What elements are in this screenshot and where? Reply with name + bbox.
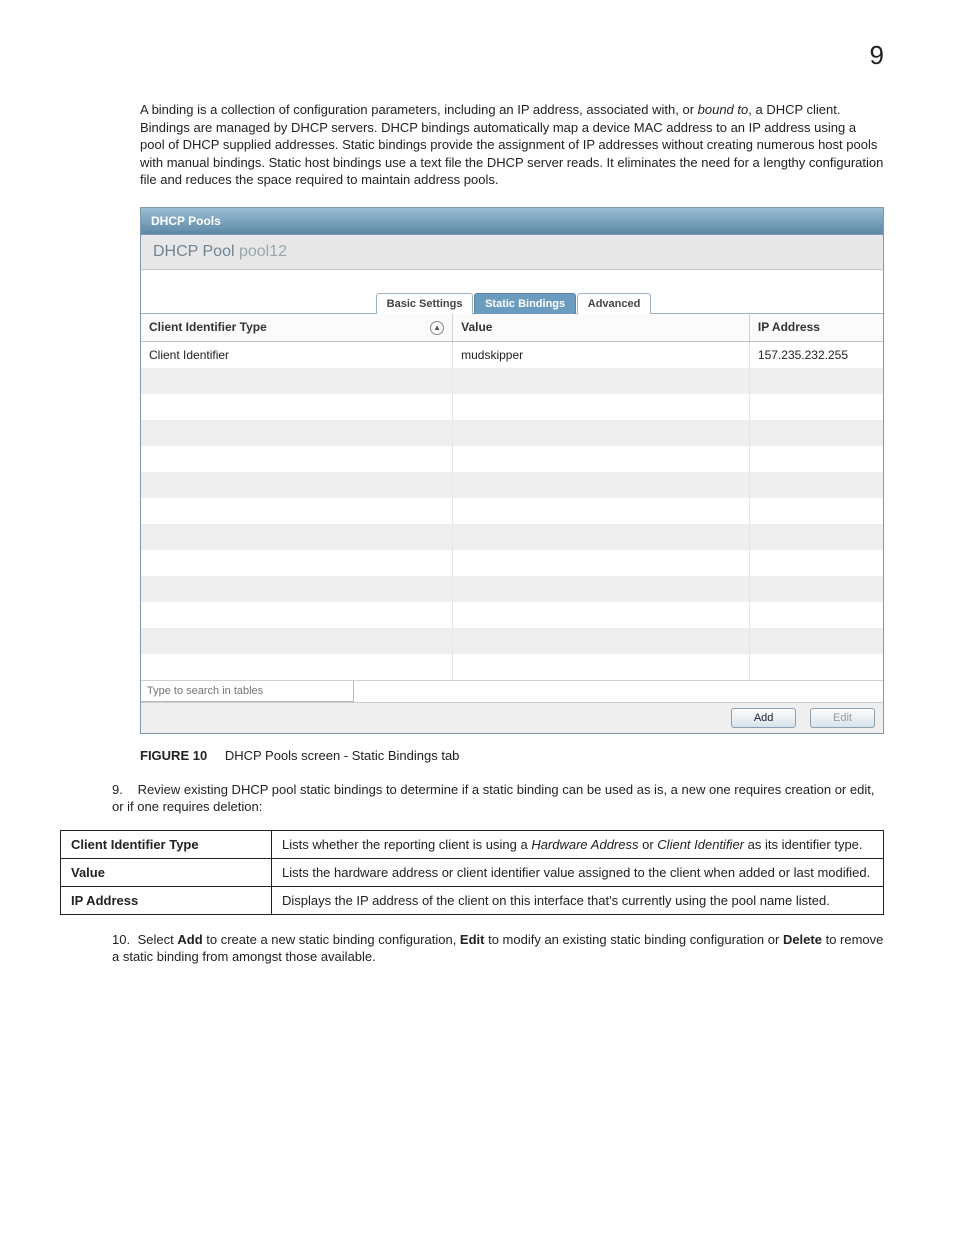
search-input[interactable] xyxy=(141,681,354,702)
desc-row-ip-address: IP Address Displays the IP address of th… xyxy=(61,886,884,914)
table-row xyxy=(141,628,883,654)
desc-term: IP Address xyxy=(61,886,272,914)
col-value[interactable]: Value xyxy=(453,313,750,341)
field-description-table: Client Identifier Type Lists whether the… xyxy=(60,830,884,915)
panel-header: DHCP Pools xyxy=(141,208,883,235)
step-10: 10. Select Add to create a new static bi… xyxy=(112,931,884,966)
tab-static-bindings[interactable]: Static Bindings xyxy=(474,293,576,314)
cell-ip-address: 157.235.232.255 xyxy=(749,341,883,368)
edit-button[interactable]: Edit xyxy=(810,708,875,728)
col-client-id-type-label: Client Identifier Type xyxy=(149,320,267,334)
col-client-id-type[interactable]: Client Identifier Type ▲ xyxy=(141,313,453,341)
table-row xyxy=(141,602,883,628)
pool-name: pool12 xyxy=(239,243,287,260)
step-10-num: 10. xyxy=(112,931,134,949)
table-row xyxy=(141,576,883,602)
table-row[interactable]: Client Identifiermudskipper157.235.232.2… xyxy=(141,341,883,368)
figure-text: DHCP Pools screen - Static Bindings tab xyxy=(225,748,460,763)
bindings-table: Client Identifier Type ▲ Value IP Addres… xyxy=(141,313,883,680)
cell-value: mudskipper xyxy=(453,341,750,368)
intro-paragraph: A binding is a collection of configurati… xyxy=(140,101,884,189)
desc-text: Displays the IP address of the client on… xyxy=(272,886,884,914)
sort-asc-icon[interactable]: ▲ xyxy=(430,321,444,335)
tab-strip: Basic Settings Static Bindings Advanced xyxy=(141,270,883,313)
pool-label: DHCP Pool xyxy=(153,243,235,260)
step-9-text: Review existing DHCP pool static binding… xyxy=(112,782,874,815)
desc-term: Value xyxy=(61,858,272,886)
desc-text: Lists the hardware address or client ide… xyxy=(272,858,884,886)
cell-client-id-type: Client Identifier xyxy=(141,341,453,368)
col-ip-address[interactable]: IP Address xyxy=(749,313,883,341)
table-row xyxy=(141,472,883,498)
desc-row-value: Value Lists the hardware address or clie… xyxy=(61,858,884,886)
step-9-num: 9. xyxy=(112,781,134,799)
desc-row-client-id-type: Client Identifier Type Lists whether the… xyxy=(61,830,884,858)
table-row xyxy=(141,524,883,550)
table-row xyxy=(141,654,883,680)
step-9: 9. Review existing DHCP pool static bind… xyxy=(112,781,884,816)
desc-term: Client Identifier Type xyxy=(61,830,272,858)
add-button[interactable]: Add xyxy=(731,708,797,728)
panel-search xyxy=(141,680,883,702)
table-row xyxy=(141,498,883,524)
figure-caption: FIGURE 10 DHCP Pools screen - Static Bin… xyxy=(140,748,894,763)
tab-advanced[interactable]: Advanced xyxy=(577,293,652,314)
table-row xyxy=(141,368,883,394)
desc-text: Lists whether the reporting client is us… xyxy=(272,830,884,858)
table-row xyxy=(141,550,883,576)
table-row xyxy=(141,394,883,420)
figure-label: FIGURE 10 xyxy=(140,748,207,763)
dhcp-pools-panel: DHCP Pools DHCP Pool pool12 Basic Settin… xyxy=(140,207,884,734)
page-number: 9 xyxy=(60,40,884,71)
table-row xyxy=(141,446,883,472)
pool-title: DHCP Pool pool12 xyxy=(141,235,883,270)
tab-basic-settings[interactable]: Basic Settings xyxy=(376,293,474,314)
table-row xyxy=(141,420,883,446)
panel-footer: Add Edit xyxy=(141,702,883,733)
